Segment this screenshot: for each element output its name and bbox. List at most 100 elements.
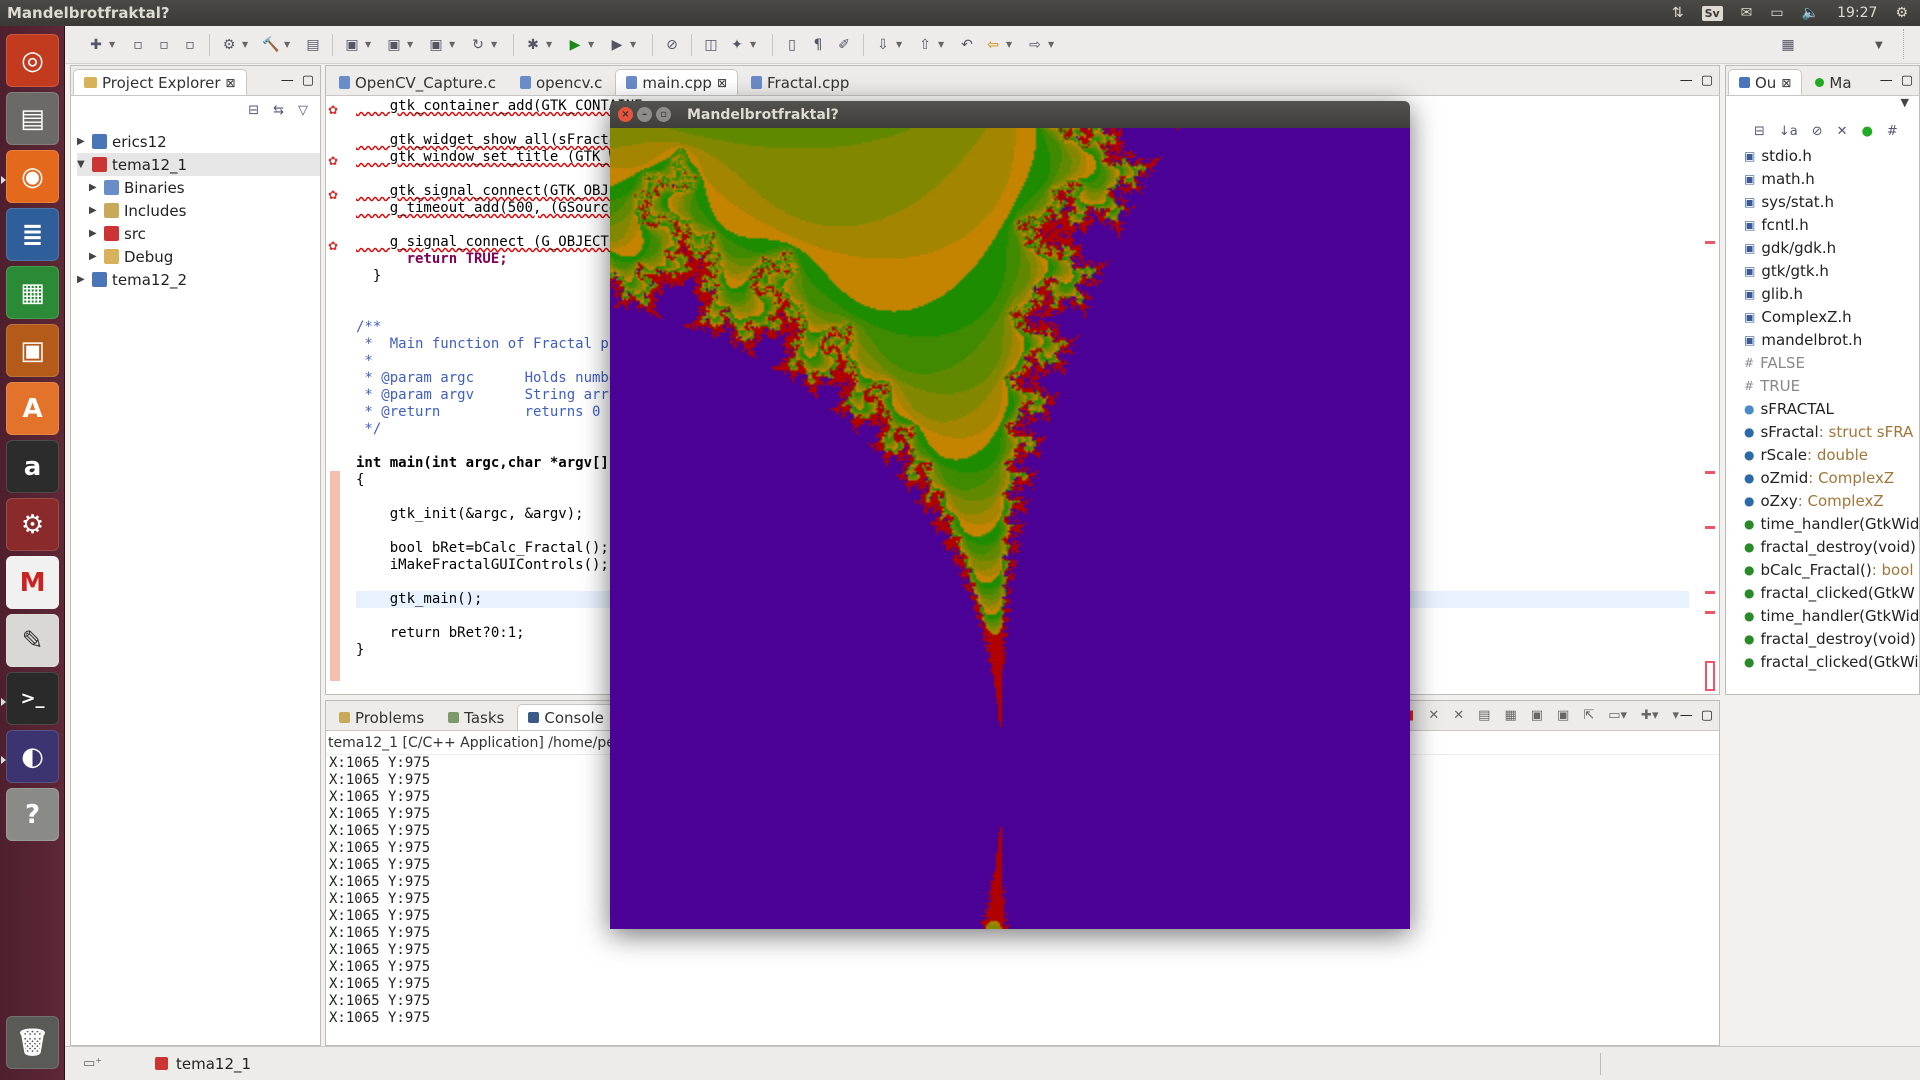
tab-main-cpp[interactable]: main.cpp ⊠ (615, 69, 738, 95)
trash-icon[interactable]: 🗑 (6, 1016, 59, 1069)
network-icon[interactable]: ⇅ (1672, 5, 1684, 21)
tree-item-tema12_1[interactable]: ▼ tema12_1 (77, 153, 320, 176)
tree-item-debug[interactable]: ▶ Debug (77, 245, 320, 268)
expand-icon[interactable]: ▶ (89, 228, 99, 239)
run-icon[interactable]: ▶ (564, 34, 586, 56)
manage-configs-icon[interactable]: ⚙ (218, 34, 240, 56)
error-marker-icon[interactable]: ✿ (328, 239, 338, 253)
collapse-all-icon[interactable]: ⊟ (1754, 124, 1765, 139)
tree-item-src[interactable]: ▶ src (77, 222, 320, 245)
back-icon[interactable]: ⇦ (982, 34, 1004, 56)
build-all-icon[interactable]: ▤ (302, 34, 324, 56)
fast-view-icon[interactable]: ▭⁺ (83, 1056, 102, 1071)
display-console-icon[interactable]: ▭▾ (1608, 708, 1627, 723)
group-icon[interactable]: # (1887, 124, 1898, 139)
close-icon[interactable]: × (618, 107, 633, 122)
maximize-icon[interactable]: ▫ (656, 107, 671, 122)
new-folder-icon[interactable]: ▣ (383, 34, 405, 56)
gmail-icon[interactable]: M (6, 556, 59, 609)
outline-item[interactable]: ● bCalc_Fractal() : bool (1726, 558, 1919, 581)
outline-item[interactable]: ▣ gtk/gtk.h (1726, 259, 1919, 282)
terminal-icon[interactable]: >_ (6, 672, 59, 725)
view-menu-icon[interactable]: ▾ (1672, 708, 1679, 723)
outline-item[interactable]: ● fractal_destroy(void) (1726, 627, 1919, 650)
search-icon[interactable]: ✦ (726, 34, 748, 56)
tree-item-binaries[interactable]: ▶ Binaries (77, 176, 320, 199)
mail-icon[interactable]: ✉ (1741, 5, 1753, 21)
minimize-icon[interactable]: — (281, 73, 294, 88)
maximize-icon[interactable]: ▢ (1701, 708, 1713, 723)
save-all-icon[interactable]: ▫ (153, 34, 175, 56)
outline-item[interactable]: ▣ stdio.h (1726, 144, 1919, 167)
skip-breakpoints-icon[interactable]: ⊘ (661, 34, 683, 56)
tab-tasks[interactable]: Tasks (437, 704, 515, 730)
expand-icon[interactable]: ▶ (77, 274, 87, 285)
remove-all-icon[interactable]: ✕ (1453, 708, 1464, 723)
save-icon[interactable]: ▫ (127, 34, 149, 56)
collapse-all-icon[interactable]: ⊟ (248, 103, 259, 118)
new-project-icon[interactable]: ▣ (341, 34, 363, 56)
outline-item[interactable]: ▣ math.h (1726, 167, 1919, 190)
hide-fields-icon[interactable]: ⊘ (1812, 124, 1823, 139)
prev-annotation-icon[interactable]: ⇧ (914, 34, 936, 56)
outline-item[interactable]: ▣ fcntl.h (1726, 213, 1919, 236)
hide-nonpublic-icon[interactable]: ● (1862, 124, 1873, 139)
outline-item[interactable]: ▣ glib.h (1726, 282, 1919, 305)
overview-error-marker[interactable] (1705, 611, 1715, 614)
minimize-icon[interactable]: — (1680, 708, 1693, 723)
minimize-icon[interactable]: — (1680, 73, 1693, 88)
overview-error-marker[interactable] (1705, 241, 1715, 244)
close-icon[interactable]: ⊠ (717, 76, 727, 90)
view-menu-icon[interactable]: ▽ (298, 103, 308, 118)
amazon-icon[interactable]: a (6, 440, 59, 493)
tab-opencv[interactable]: opencv.c (509, 69, 613, 95)
outline-item[interactable]: ● fractal_destroy(void) (1726, 535, 1919, 558)
show-whitespace-icon[interactable]: ¶ (807, 34, 829, 56)
toggle-mark-icon[interactable]: ▯ (781, 34, 803, 56)
tab-project-explorer[interactable]: Project Explorer ⊠ (73, 69, 247, 95)
expand-icon[interactable]: ▶ (77, 136, 87, 147)
expand-icon[interactable]: ▶ (89, 251, 99, 262)
debug-icon[interactable]: ✱ (522, 34, 544, 56)
chevron-down-icon[interactable]: ▼ (1875, 40, 1883, 51)
tab-make[interactable]: Ma (1804, 69, 1862, 95)
last-edit-icon[interactable]: ↶ (956, 34, 978, 56)
print-icon[interactable]: ▫ (179, 34, 201, 56)
outline-item[interactable]: # TRUE (1726, 374, 1919, 397)
settings-icon[interactable]: ⚙ (6, 498, 59, 551)
calc-icon[interactable]: ▦ (6, 266, 59, 319)
hide-static-icon[interactable]: ✕ (1837, 124, 1848, 139)
maximize-icon[interactable]: ▢ (1901, 73, 1913, 88)
gear-icon[interactable]: ⚙ (1895, 5, 1908, 21)
error-marker-icon[interactable]: ✿ (328, 188, 338, 202)
pin-console-icon[interactable]: ⇱ (1583, 708, 1594, 723)
tree-item-erics12[interactable]: ▶ erics12 (77, 130, 320, 153)
outline-item[interactable]: ● sFractal : struct sFRA (1726, 420, 1919, 443)
volume-icon[interactable]: 🔈 (1802, 5, 1819, 21)
close-icon[interactable]: ⊠ (226, 76, 236, 90)
new-file-icon[interactable]: ▣ (425, 34, 447, 56)
expand-icon[interactable]: ▶ (89, 205, 99, 216)
tab-opencv-capture[interactable]: OpenCV_Capture.c (328, 69, 507, 95)
outline-item[interactable]: ● fractal_clicked(GtkWi (1726, 650, 1919, 673)
outline-item[interactable]: ▣ mandelbrot.h (1726, 328, 1919, 351)
outline-item[interactable]: ▣ gdk/gdk.h (1726, 236, 1919, 259)
fractal-canvas[interactable] (610, 128, 1410, 929)
tab-fractal-cpp[interactable]: Fractal.cpp (740, 69, 860, 95)
sort-icon[interactable]: ↓a (1779, 124, 1798, 139)
forward-icon[interactable]: ⇨ (1024, 34, 1046, 56)
error-marker-icon[interactable]: ✿ (328, 103, 338, 117)
refresh-icon[interactable]: ↻ (467, 34, 489, 56)
collapse-icon[interactable]: ▼ (77, 159, 87, 170)
open-type-icon[interactable]: ◫ (700, 34, 722, 56)
next-annotation-icon[interactable]: ⇩ (872, 34, 894, 56)
outline-item[interactable]: ● oZmid : ComplexZ (1726, 466, 1919, 489)
remove-launch-icon[interactable]: ✕ (1428, 708, 1439, 723)
text-editor-icon[interactable]: ✎ (6, 614, 59, 667)
overview-error-marker[interactable] (1705, 471, 1715, 474)
overview-error-marker[interactable] (1705, 591, 1715, 594)
fractal-window-titlebar[interactable]: × – ▫ Mandelbrotfraktal? (610, 101, 1410, 128)
tree-item-tema12_2[interactable]: ▶ tema12_2 (77, 268, 320, 291)
writer-icon[interactable]: ≣ (6, 208, 59, 261)
new-icon[interactable]: ✚ (85, 34, 107, 56)
